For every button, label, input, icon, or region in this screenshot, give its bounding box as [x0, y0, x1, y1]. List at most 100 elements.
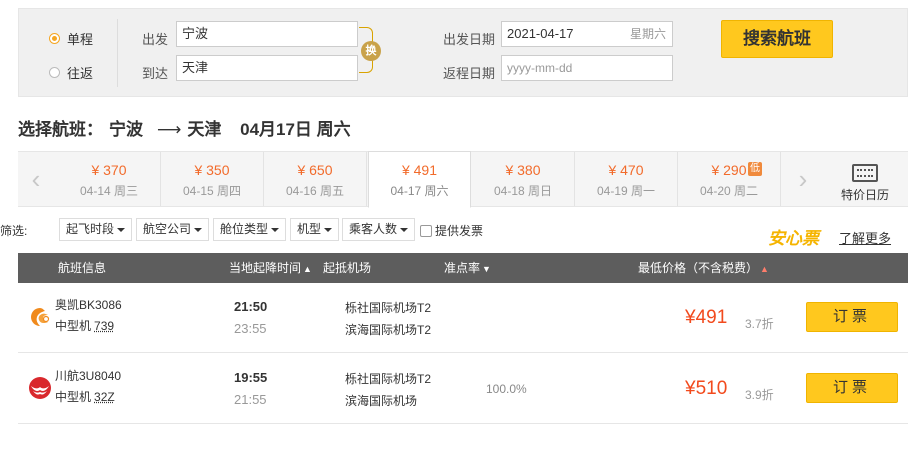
- invoice-label: 提供发票: [435, 224, 484, 238]
- header-punctuality-label: 准点率: [444, 261, 481, 275]
- date-price: ¥ 370: [91, 162, 127, 178]
- chevron-down-icon: [324, 227, 333, 232]
- route-prefix: 选择航班：: [18, 120, 103, 139]
- date-label: 04-19 周一: [596, 184, 656, 198]
- date-item[interactable]: ¥ 650 04-16 周五: [264, 152, 367, 206]
- sort-up-icon: ▲: [760, 264, 769, 274]
- lowest-price: ¥491: [685, 307, 728, 328]
- search-panel: 单程 往返 出发 宁波 到达 天津 换 出发日期 2021-04-17 星期六 …: [18, 8, 908, 97]
- discount: 3.9折: [745, 388, 774, 402]
- header-punctuality[interactable]: 准点率 ▼: [444, 253, 491, 284]
- chevron-down-icon: [117, 227, 126, 232]
- route-from: 宁波: [109, 120, 143, 139]
- filter-cabin-class-label: 舱位类型: [220, 222, 269, 236]
- round-trip-label: 往返: [67, 66, 94, 81]
- filter-departure-time[interactable]: 起飞时段: [59, 218, 133, 241]
- discount: 3.7折: [745, 317, 774, 331]
- learn-more-link[interactable]: 了解更多: [839, 228, 891, 247]
- date-item[interactable]: ¥ 290 04-20 周二 低: [678, 152, 781, 206]
- depart-date-value: 2021-04-17: [507, 26, 574, 41]
- departure-airport: 栎社国际机场T2: [345, 301, 432, 315]
- date-price: ¥ 290: [711, 162, 747, 178]
- depart-date-input[interactable]: 2021-04-17 星期六: [501, 21, 673, 47]
- price-calendar-button[interactable]: 特价日历: [822, 152, 908, 206]
- next-dates-arrow-icon[interactable]: ›: [785, 152, 821, 206]
- arrival-time: 23:55: [234, 321, 267, 336]
- header-airports: 起抵机场: [323, 261, 372, 275]
- date-label: 04-16 周五: [285, 184, 345, 198]
- aircraft-size: 中型机: [55, 319, 92, 333]
- date-label: 04-20 周二: [699, 184, 759, 198]
- aircraft-model-link[interactable]: 32Z: [94, 390, 115, 404]
- aircraft-size: 中型机: [55, 390, 92, 404]
- date-label: 04-15 周四: [182, 184, 242, 198]
- date-item-selected[interactable]: ¥ 491 04-17 周六: [368, 151, 471, 208]
- return-date-label: 返程日期: [443, 66, 496, 81]
- search-flights-button[interactable]: 搜索航班: [721, 20, 833, 58]
- filter-cabin-class[interactable]: 舱位类型: [213, 218, 287, 241]
- filter-aircraft-label: 机型: [297, 222, 322, 236]
- header-times[interactable]: 当地起降时间 ▲: [229, 253, 312, 284]
- filter-aircraft[interactable]: 机型: [290, 218, 340, 241]
- book-button[interactable]: 订票: [806, 302, 898, 332]
- date-label: 04-17 周六: [390, 184, 449, 198]
- book-button[interactable]: 订票: [806, 373, 898, 403]
- route-title: 选择航班： 宁波 ⟶ 天津 04月17日 周六: [18, 115, 357, 140]
- header-flight-info: 航班信息: [58, 261, 107, 275]
- date-price: ¥ 380: [505, 162, 541, 178]
- arrive-label: 到达: [142, 66, 169, 81]
- filter-departure-time-label: 起飞时段: [66, 222, 115, 236]
- prev-dates-arrow-icon[interactable]: ‹: [18, 152, 54, 206]
- price-calendar-label: 特价日历: [840, 188, 889, 202]
- invoice-checkbox[interactable]: 提供发票: [420, 222, 483, 239]
- arrive-city-input[interactable]: 天津: [176, 55, 358, 81]
- filter-airline[interactable]: 航空公司: [136, 218, 210, 241]
- filter-label: 筛选:: [0, 224, 28, 238]
- departure-airport: 栎社国际机场T2: [345, 372, 432, 386]
- route-date: 04月17日 周六: [240, 120, 351, 139]
- arrival-airport: 滨海国际机场: [345, 394, 418, 408]
- header-times-label: 当地起降时间: [229, 261, 302, 275]
- depart-city-input[interactable]: 宁波: [176, 21, 358, 47]
- date-label: 04-14 周三: [79, 184, 139, 198]
- table-row: 川航3U8040 中型机 32Z 19:55 21:55 栎社国际机场T2 滨海国…: [18, 354, 908, 424]
- checkbox-icon: [420, 224, 432, 237]
- sort-down-icon: ▼: [482, 264, 491, 274]
- date-label: 04-18 周日: [493, 184, 553, 198]
- aircraft-info: 中型机 739: [55, 317, 114, 334]
- date-price: ¥ 491: [401, 162, 438, 178]
- arrival-airport: 滨海国际机场T2: [345, 323, 432, 337]
- route-arrow-icon: ⟶: [157, 120, 182, 139]
- radio-checked-icon: [49, 33, 60, 44]
- route-to: 天津: [187, 120, 222, 139]
- divider: [117, 19, 118, 87]
- table-row: 奥凯BK3086 中型机 739 21:50 23:55 栎社国际机场T2 滨海国…: [18, 283, 908, 353]
- date-price: ¥ 470: [608, 162, 644, 178]
- punctuality-rate: 100.0%: [486, 382, 527, 396]
- one-way-radio[interactable]: 单程: [49, 29, 93, 48]
- swap-button[interactable]: 换: [361, 41, 381, 61]
- chevron-down-icon: [271, 227, 280, 232]
- aircraft-model-link[interactable]: 739: [94, 319, 114, 333]
- radio-unchecked-icon: [49, 67, 60, 78]
- one-way-label: 单程: [67, 32, 94, 47]
- filter-passengers[interactable]: 乘客人数: [342, 218, 416, 241]
- return-date-input[interactable]: yyyy-mm-dd: [501, 55, 673, 81]
- calendar-icon: [852, 164, 878, 182]
- date-item[interactable]: ¥ 370 04-14 周三: [58, 152, 161, 206]
- aircraft-info: 中型机 32Z: [55, 388, 115, 405]
- depart-date-label: 出发日期: [443, 32, 496, 47]
- date-item[interactable]: ¥ 380 04-18 周日: [472, 152, 575, 206]
- date-item[interactable]: ¥ 350 04-15 周四: [161, 152, 264, 206]
- okay-airways-logo-icon: [31, 308, 50, 326]
- header-price[interactable]: 最低价格（不含税费） ▲: [638, 253, 769, 284]
- sichuan-airlines-logo-icon: [29, 377, 51, 399]
- flight-number: 奥凯BK3086: [55, 298, 122, 312]
- chevron-down-icon: [194, 227, 203, 232]
- sort-up-icon: ▲: [303, 264, 312, 274]
- header-price-label: 最低价格（不含税费）: [638, 261, 759, 275]
- date-item[interactable]: ¥ 470 04-19 周一: [575, 152, 678, 206]
- round-trip-radio[interactable]: 往返: [49, 63, 93, 82]
- depart-label: 出发: [142, 32, 169, 47]
- departure-time: 21:50: [234, 299, 268, 314]
